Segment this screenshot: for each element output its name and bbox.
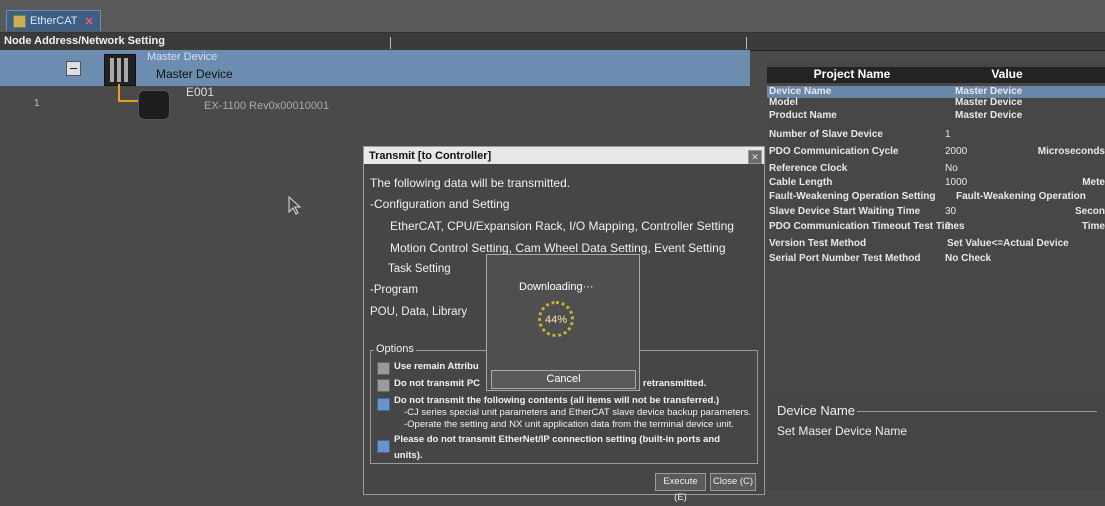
property-row[interactable]: Number of Slave Device 1 [767,129,1105,141]
property-name: Model [769,97,798,108]
property-value[interactable]: 2 [945,221,951,232]
property-value[interactable]: 1000 [945,177,967,188]
option-label: Do not transmit the following contents (… [394,395,720,406]
collapse-icon[interactable] [66,61,81,76]
column-header-value[interactable]: Value [937,67,1077,83]
property-unit: Secon [1074,206,1105,217]
property-name: Product Name [769,110,837,121]
master-device-label: Master Device [147,51,218,63]
config-heading: -Configuration and Setting [370,197,510,211]
property-value[interactable]: 30 [945,206,956,217]
option-label: Use remain Attribu [394,361,479,372]
property-row[interactable]: Product Name Master Device [767,110,1105,122]
option-label: e retransmitted. [635,378,707,389]
slave-device-name[interactable]: E001 [186,85,214,99]
option-detail: -Operate the setting and NX unit applica… [404,419,735,430]
property-row[interactable]: PDO Communication Timeout Test Times 2 Tim… [767,221,1105,233]
checkbox[interactable] [377,362,390,375]
close-icon[interactable]: ✕ [748,150,762,164]
editor-tab-bar [0,0,1105,33]
property-name: Number of Slave Device [769,129,883,140]
close-tab-icon[interactable]: ✕ [84,15,93,28]
property-name: Version Test Method [769,238,867,249]
property-name: PDO Communication Timeout Test Times [769,221,965,232]
property-name: Fault-Weakening Operation Setting [769,191,936,202]
property-unit: Time [1081,221,1105,232]
ethercat-tab-icon [13,14,26,28]
property-row[interactable]: Reference Clock No [767,163,1105,175]
divider [857,411,1097,412]
config-item: EtherCAT, CPU/Expansion Rack, I/O Mappin… [390,219,734,233]
progress-percent: 44% [544,314,568,326]
properties-header: Project Name Value [767,67,1105,83]
property-name: PDO Communication Cycle [769,146,899,157]
close-button[interactable]: Close (C) [710,473,756,491]
property-name: Cable Length [769,177,833,188]
node-panel-header [0,33,1105,51]
dialog-title-bar[interactable]: Transmit [to Controller] [364,147,764,164]
property-value[interactable]: Set Value<=Actual Device [947,238,1069,249]
tree-connector [118,100,140,102]
option-detail: -CJ series special unit parameters and E… [404,407,752,418]
property-unit: Microseconds [1037,146,1105,157]
options-label: Options [374,343,416,355]
tab-ethercat[interactable]: EtherCAT ✕ [6,10,101,31]
tab-label: EtherCAT [30,15,78,27]
slave-device-revision: EX-1100 Rev0x00010001 [204,100,330,112]
property-name: Reference Clock [769,163,848,174]
config-item: Motion Control Setting, Cam Wheel Data S… [390,241,726,255]
option-label: Please do not transmit EtherNet/IP conne… [394,434,721,445]
property-row[interactable]: Cable Length 1000 Mete [767,177,1105,189]
program-heading: -Program [370,284,418,296]
column-header-name[interactable]: Project Name [767,67,937,83]
dialog-title: Transmit [to Controller] [369,150,492,162]
property-name: Slave Device Start Waiting Time [769,206,921,217]
option-label: units). [394,450,423,461]
property-row[interactable]: Slave Device Start Waiting Time 30 Secon [767,206,1105,218]
column-divider[interactable] [390,37,391,49]
property-row[interactable]: Version Test Method Set Value<=Actual Dev… [767,238,1105,250]
checkbox[interactable] [377,379,390,392]
mouse-cursor-icon [288,196,302,215]
node-number: 1 [34,98,40,109]
property-row[interactable]: Model Master Device [767,97,1105,109]
download-label: Downloading··· [519,281,594,293]
property-value[interactable]: Fault-Weakening Operation [956,191,1086,202]
property-value[interactable]: Master Device [955,110,1022,121]
slave-device-icon[interactable] [138,90,170,120]
property-row[interactable]: Fault-Weakening Operation Setting Fault-W… [767,191,1105,203]
option-label: Do not transmit PC [394,378,481,389]
property-unit: Mete [1082,177,1105,188]
property-row[interactable]: PDO Communication Cycle 2000 Microseconds [767,146,1105,158]
column-divider[interactable] [746,37,747,49]
property-name: Device Name [769,86,832,97]
property-value[interactable]: Master Device [955,86,1022,97]
property-name: Serial Port Number Test Method [769,253,921,264]
execute-button[interactable]: Execute (E) [655,473,706,503]
property-value[interactable]: 1 [945,129,951,140]
program-item: POU, Data, Library [370,306,468,318]
property-value[interactable]: Master Device [955,97,1022,108]
description-title: Device Name [777,403,856,418]
description-text: Set Maser Device Name [777,424,908,438]
property-row[interactable]: Serial Port Number Test Method No Check [767,253,1105,265]
checkbox-checked[interactable] [377,440,390,453]
property-value[interactable]: No Check [945,253,991,264]
cancel-button[interactable]: Cancel [491,370,636,389]
master-device-name: Master Device [156,67,233,81]
master-device-icon [104,54,136,86]
node-panel-title: Node Address/Network Setting [4,35,165,47]
transmit-intro: The following data will be transmitted. [370,176,571,190]
checkbox-checked[interactable] [377,398,390,411]
property-value[interactable]: 2000 [945,146,967,157]
property-value[interactable]: No [945,163,958,174]
config-item: Task Setting [388,263,451,275]
